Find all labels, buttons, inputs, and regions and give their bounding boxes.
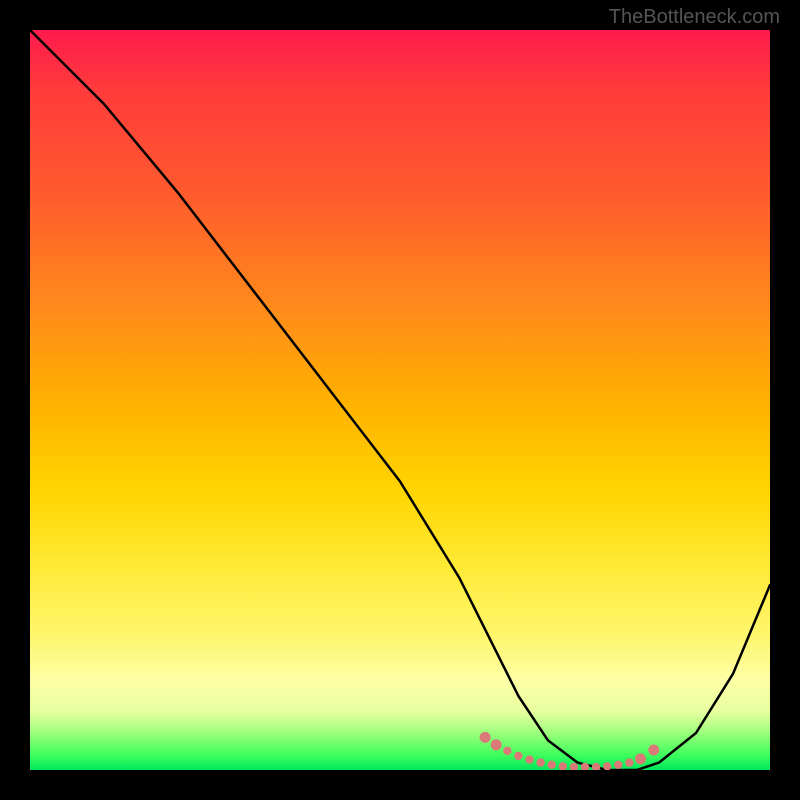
marker-dot [480,732,491,743]
chart-overlay [30,30,770,770]
marker-dot [648,745,659,756]
curve-line [30,30,770,770]
marker-dot [603,762,611,770]
chart-frame [30,30,770,770]
marker-dot [635,753,646,764]
chart-container: TheBottleneck.com [0,0,800,800]
marker-dot [503,747,511,755]
marker-dot [570,763,578,770]
marker-dot [514,752,522,760]
marker-dot [614,761,622,769]
marker-dot [525,755,533,763]
marker-dot [548,761,556,769]
marker-dot [491,739,502,750]
marker-dot [625,758,633,766]
marker-dot [592,763,600,770]
marker-dot [559,762,567,770]
marker-dot [536,758,544,766]
watermark-text: TheBottleneck.com [609,6,780,29]
dotted-markers [480,732,660,770]
